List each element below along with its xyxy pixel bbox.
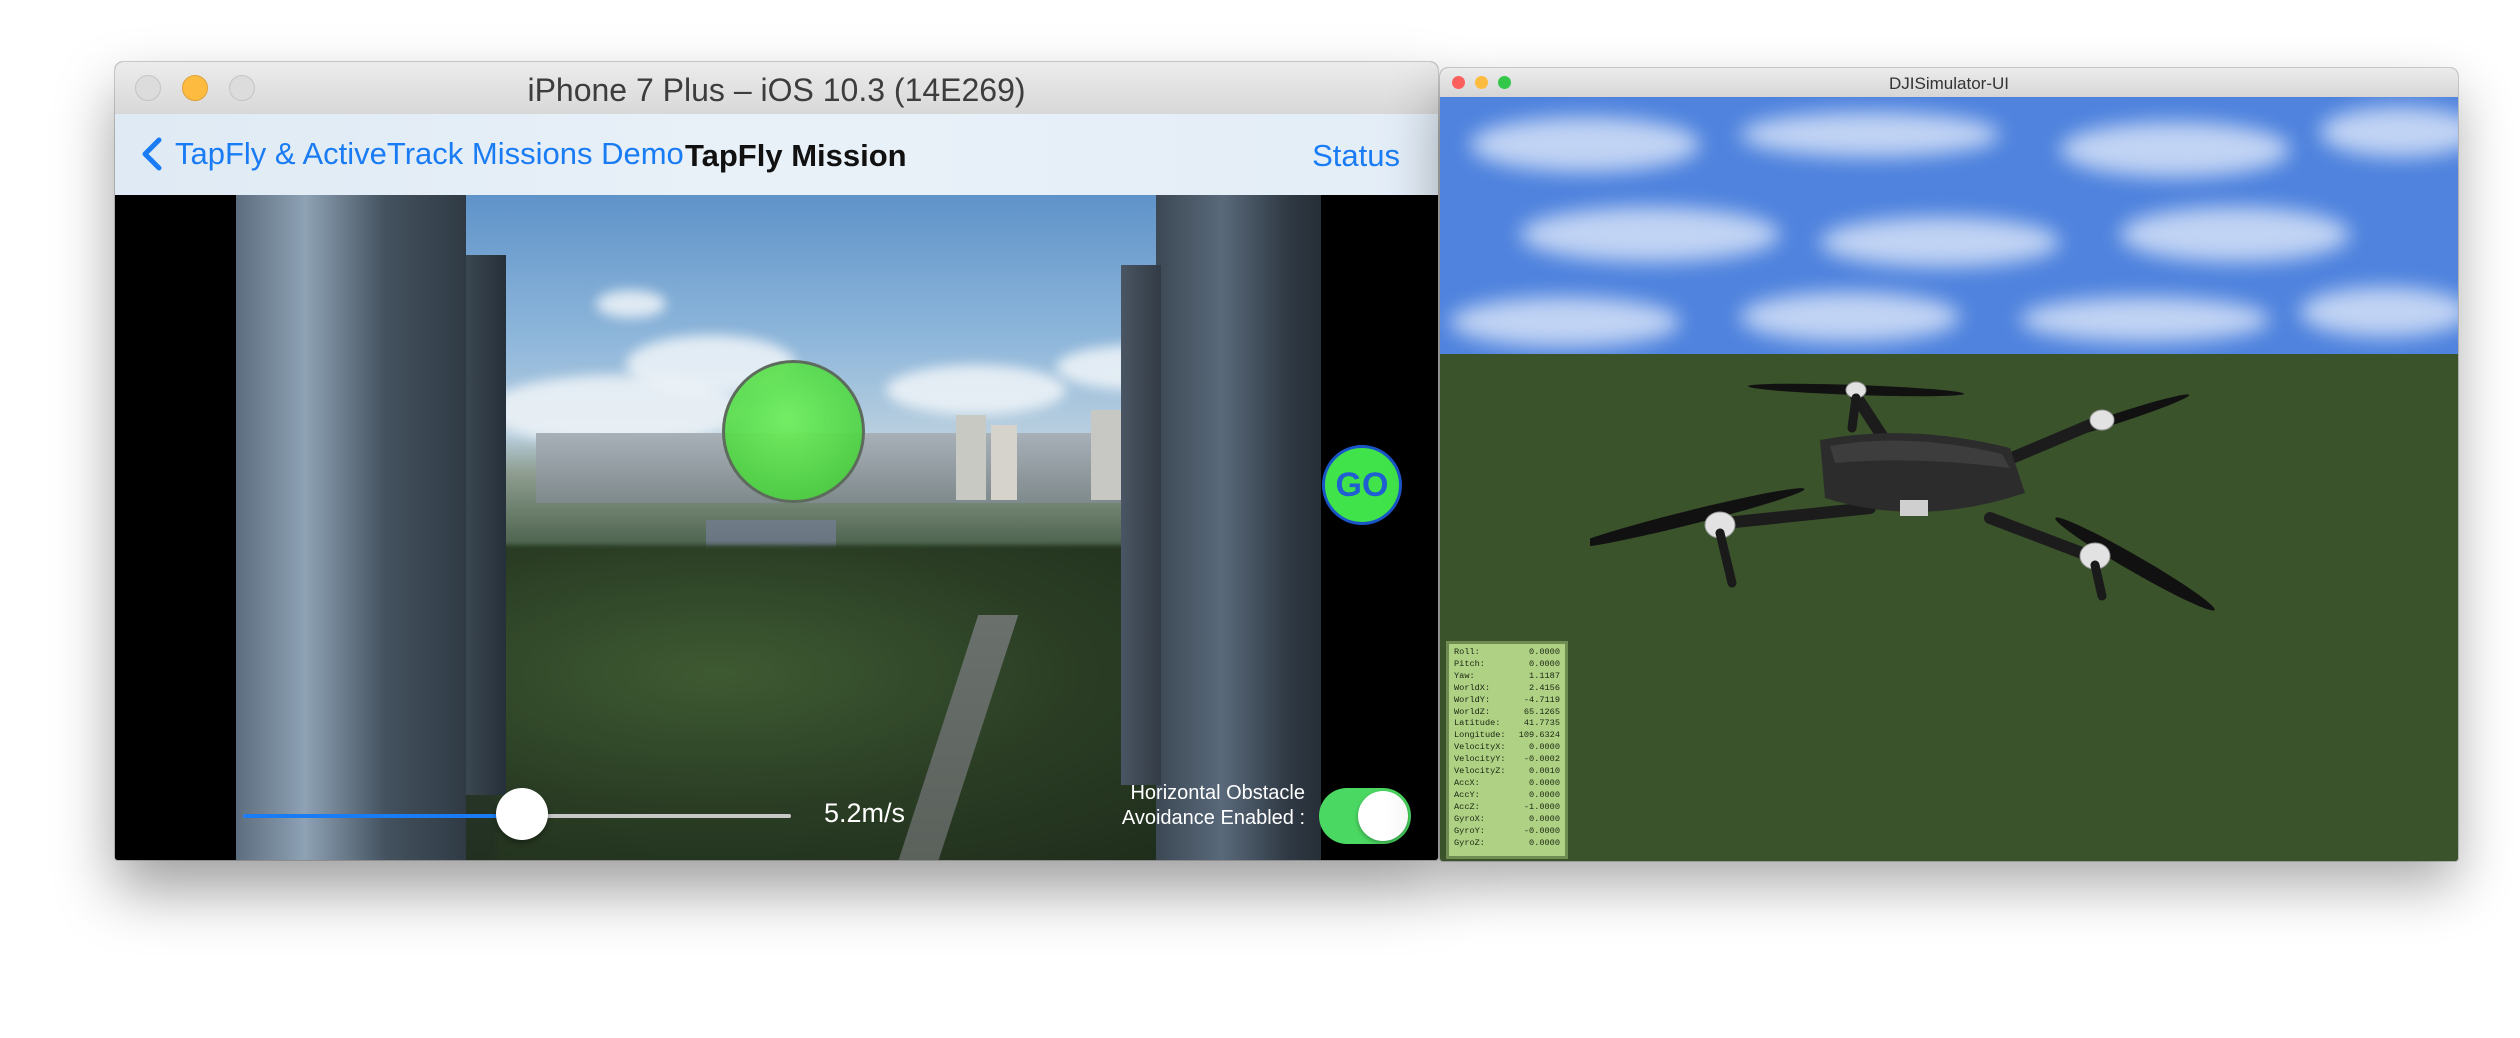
telemetry-value: 0.0000 [1529, 647, 1560, 657]
telemetry-value: 0.0010 [1529, 766, 1560, 777]
simulator-window: iPhone 7 Plus – iOS 10.3 (14E269) TapFly… [115, 62, 1438, 860]
telemetry-value: -0.0002 [1523, 754, 1560, 765]
camera-area: GO 5.2m/s Horizontal Obstacle Avoidance … [115, 195, 1438, 860]
telemetry-label: VelocityZ: [1454, 766, 1506, 777]
telemetry-label: VelocityY: [1454, 754, 1506, 765]
obstacle-avoidance-label-line2: Avoidance Enabled : [1121, 807, 1305, 829]
simulator-window-title: iPhone 7 Plus – iOS 10.3 (14E269) [527, 72, 1026, 108]
dji-window-title: DJISimulator-UI [1889, 74, 2009, 93]
telemetry-label: VelocityX: [1454, 742, 1506, 753]
telemetry-row: WorldY: -4.7119 [1454, 695, 1560, 707]
status-button[interactable]: Status [1312, 138, 1400, 174]
telemetry-label: AccY: [1454, 789, 1480, 800]
telemetry-label: WorldZ: [1454, 706, 1491, 717]
obstacle-avoidance-label: Horizontal Obstacle Avoidance Enabled : [1045, 781, 1305, 831]
telemetry-row: GyroY: -0.0000 [1454, 826, 1560, 838]
telemetry-label: WorldX: [1454, 682, 1491, 693]
simulator-titlebar[interactable]: iPhone 7 Plus – iOS 10.3 (14E269) [115, 62, 1438, 115]
desktop: iPhone 7 Plus – iOS 10.3 (14E269) TapFly… [0, 0, 2520, 1038]
telemetry-row: Longitude: 109.6324 [1454, 730, 1560, 742]
telemetry-row: VelocityY: -0.0002 [1454, 754, 1560, 766]
telemetry-label: Roll: [1454, 647, 1480, 657]
telemetry-row: VelocityX: 0.0000 [1454, 742, 1560, 754]
telemetry-row: AccZ: -1.0000 [1454, 802, 1560, 814]
telemetry-row: Latitude: 41.7735 [1454, 718, 1560, 730]
telemetry-value: 0.0000 [1529, 789, 1560, 800]
telemetry-value: -0.0000 [1523, 825, 1560, 836]
telemetry-label: Longitude: [1454, 730, 1506, 741]
drone-3d-model[interactable] [1590, 368, 2240, 668]
telemetry-label: Latitude: [1454, 718, 1501, 729]
telemetry-row: VelocityZ: 0.0010 [1454, 766, 1560, 778]
dji-titlebar[interactable]: DJISimulator-UI [1440, 68, 2458, 98]
sky [1440, 97, 2458, 354]
navigation-bar: TapFly & ActiveTrack Missions Demo TapFl… [115, 114, 1438, 196]
telemetry-value: 1.1187 [1529, 670, 1560, 681]
telemetry-row: AccY: 0.0000 [1454, 790, 1560, 802]
telemetry-label: Pitch: [1454, 658, 1485, 669]
dji-simulator-window: DJISimulator-UI Roll: 0.0000 Pitch: 0.00… [1440, 68, 2458, 861]
telemetry-row: WorldZ: 65.1265 [1454, 707, 1560, 719]
telemetry-panel: Roll: 0.0000 Pitch: 0.0000 Yaw: 1.1187 WorldX:… [1446, 641, 1568, 859]
telemetry-row: Roll: 0.0000 [1454, 647, 1560, 659]
back-button-label: TapFly & ActiveTrack Missions Demo [175, 136, 684, 171]
telemetry-label: GyroX: [1454, 813, 1485, 824]
back-button[interactable]: TapFly & ActiveTrack Missions Demo [133, 134, 684, 174]
telemetry-row: WorldX: 2.4156 [1454, 683, 1560, 695]
telemetry-rows: Roll: 0.0000 Pitch: 0.0000 Yaw: 1.1187 WorldX:… [1454, 647, 1560, 849]
telemetry-value: 0.0000 [1529, 777, 1560, 788]
speed-slider-fill [243, 814, 523, 818]
telemetry-label: AccZ: [1454, 801, 1480, 812]
telemetry-value: -4.7119 [1523, 694, 1560, 705]
go-button[interactable]: GO [1322, 445, 1402, 525]
telemetry-value: -1.0000 [1523, 801, 1560, 812]
telemetry-value: 41.7735 [1523, 718, 1560, 729]
telemetry-row: Pitch: 0.0000 [1454, 659, 1560, 671]
speed-value-label: 5.2m/s [824, 798, 906, 828]
telemetry-value: 0.0000 [1529, 837, 1560, 848]
telemetry-value: 0.0000 [1529, 813, 1560, 824]
telemetry-row: AccX: 0.0000 [1454, 778, 1560, 790]
obstacle-avoidance-toggle[interactable] [1319, 788, 1411, 844]
telemetry-value: 2.4156 [1529, 682, 1560, 693]
tapfly-target-circle[interactable] [722, 360, 865, 503]
telemetry-value: 0.0000 [1529, 742, 1560, 753]
toggle-knob [1358, 791, 1408, 841]
telemetry-label: Yaw: [1454, 670, 1475, 681]
telemetry-row: GyroZ: 0.0000 [1454, 838, 1560, 850]
camera-feed[interactable] [236, 195, 1321, 860]
telemetry-value: 65.1265 [1523, 706, 1560, 717]
obstacle-avoidance-label-line1: Horizontal Obstacle [1130, 782, 1305, 804]
telemetry-row: GyroX: 0.0000 [1454, 814, 1560, 826]
telemetry-label: GyroZ: [1454, 837, 1485, 848]
chevron-left-icon [142, 137, 162, 171]
telemetry-label: AccX: [1454, 777, 1480, 788]
telemetry-row: Yaw: 1.1187 [1454, 671, 1560, 683]
telemetry-label: GyroY: [1454, 825, 1485, 836]
telemetry-label: WorldY: [1454, 694, 1491, 705]
telemetry-value: 109.6324 [1518, 730, 1560, 741]
navigation-title: TapFly Mission [685, 138, 907, 173]
telemetry-value: 0.0000 [1529, 658, 1560, 669]
